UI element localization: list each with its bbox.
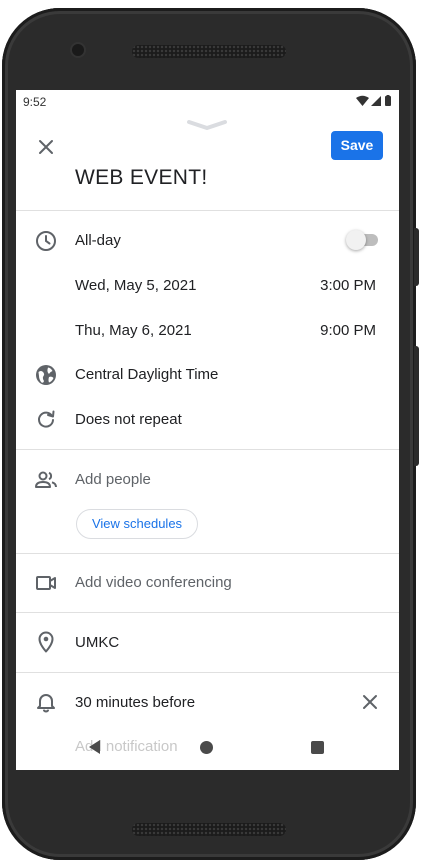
- close-icon[interactable]: [34, 135, 58, 159]
- power-button: [414, 228, 419, 286]
- location-pin-icon: [34, 630, 58, 654]
- status-bar: 9:52: [16, 90, 399, 112]
- repeat-icon: [34, 407, 58, 431]
- end-time[interactable]: 9:00 PM: [320, 322, 376, 339]
- front-camera: [72, 44, 84, 56]
- video-camera-icon: [34, 571, 58, 595]
- timezone-label[interactable]: Central Daylight Time: [75, 366, 218, 383]
- signal-icon: [371, 96, 381, 106]
- event-title[interactable]: WEB EVENT!: [75, 166, 208, 190]
- save-button[interactable]: Save: [331, 131, 383, 160]
- start-date[interactable]: Wed, May 5, 2021: [75, 277, 196, 294]
- start-time[interactable]: 3:00 PM: [320, 277, 376, 294]
- end-date[interactable]: Thu, May 6, 2021: [75, 322, 192, 339]
- toggle-thumb: [346, 230, 366, 250]
- add-people-field[interactable]: Add people: [75, 471, 151, 488]
- people-icon: [34, 468, 58, 492]
- clock-icon: [34, 229, 58, 253]
- system-nav-bar: [16, 736, 399, 758]
- divider: [16, 672, 399, 673]
- status-icons: [356, 95, 392, 107]
- recents-icon[interactable]: [311, 741, 324, 754]
- all-day-toggle[interactable]: [346, 230, 380, 250]
- globe-icon: [34, 363, 58, 387]
- bottom-speaker: [132, 823, 286, 836]
- notification-label[interactable]: 30 minutes before: [75, 694, 195, 711]
- divider: [16, 449, 399, 450]
- divider: [16, 553, 399, 554]
- battery-icon: [385, 95, 391, 106]
- divider: [16, 210, 399, 211]
- event-edit-screen: 9:52 Save WEB EVENT! All-day Wed, May 5,…: [16, 90, 399, 770]
- all-day-label: All-day: [75, 232, 121, 249]
- divider: [16, 612, 399, 613]
- add-video-conferencing[interactable]: Add video conferencing: [75, 574, 232, 591]
- volume-button: [414, 346, 419, 466]
- view-schedules-button[interactable]: View schedules: [76, 509, 198, 539]
- bell-icon: [34, 690, 58, 714]
- home-icon[interactable]: [200, 741, 213, 754]
- chevron-down-icon[interactable]: [187, 118, 227, 136]
- status-time: 9:52: [23, 95, 47, 109]
- location-field[interactable]: UMKC: [75, 634, 119, 651]
- wifi-icon: [356, 95, 369, 106]
- back-icon[interactable]: [88, 740, 102, 759]
- top-speaker: [132, 45, 286, 58]
- repeat-label[interactable]: Does not repeat: [75, 411, 182, 428]
- remove-notification-icon[interactable]: [359, 691, 381, 713]
